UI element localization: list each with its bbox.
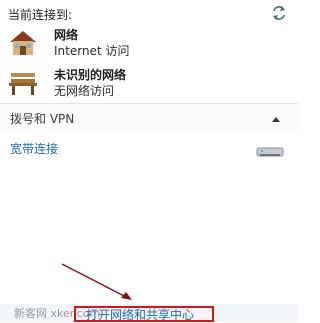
bench-network-icon — [9, 73, 37, 95]
connection-status: 无网络访问 — [54, 84, 115, 98]
connection-name: 网络 — [54, 28, 79, 42]
connected-to-heading: 当前连接到: — [8, 8, 73, 22]
connection-item-network: 网络 Internet 访问 — [0, 24, 298, 62]
broadband-connection-item[interactable]: 宽带连接 — [10, 140, 58, 157]
collapse-arrow-icon[interactable] — [272, 117, 280, 122]
modem-icon — [256, 147, 284, 157]
open-network-sharing-center-link[interactable]: 打开网络和共享中心 — [86, 306, 194, 323]
connection-item-unidentified: 未识别的网络 无网络访问 — [0, 64, 298, 102]
house-network-icon — [10, 31, 36, 55]
refresh-icon[interactable] — [270, 5, 288, 21]
connection-status: Internet 访问 — [54, 44, 130, 58]
dialup-section-title: 拨号和 VPN — [10, 112, 75, 126]
connection-name: 未识别的网络 — [54, 68, 127, 82]
